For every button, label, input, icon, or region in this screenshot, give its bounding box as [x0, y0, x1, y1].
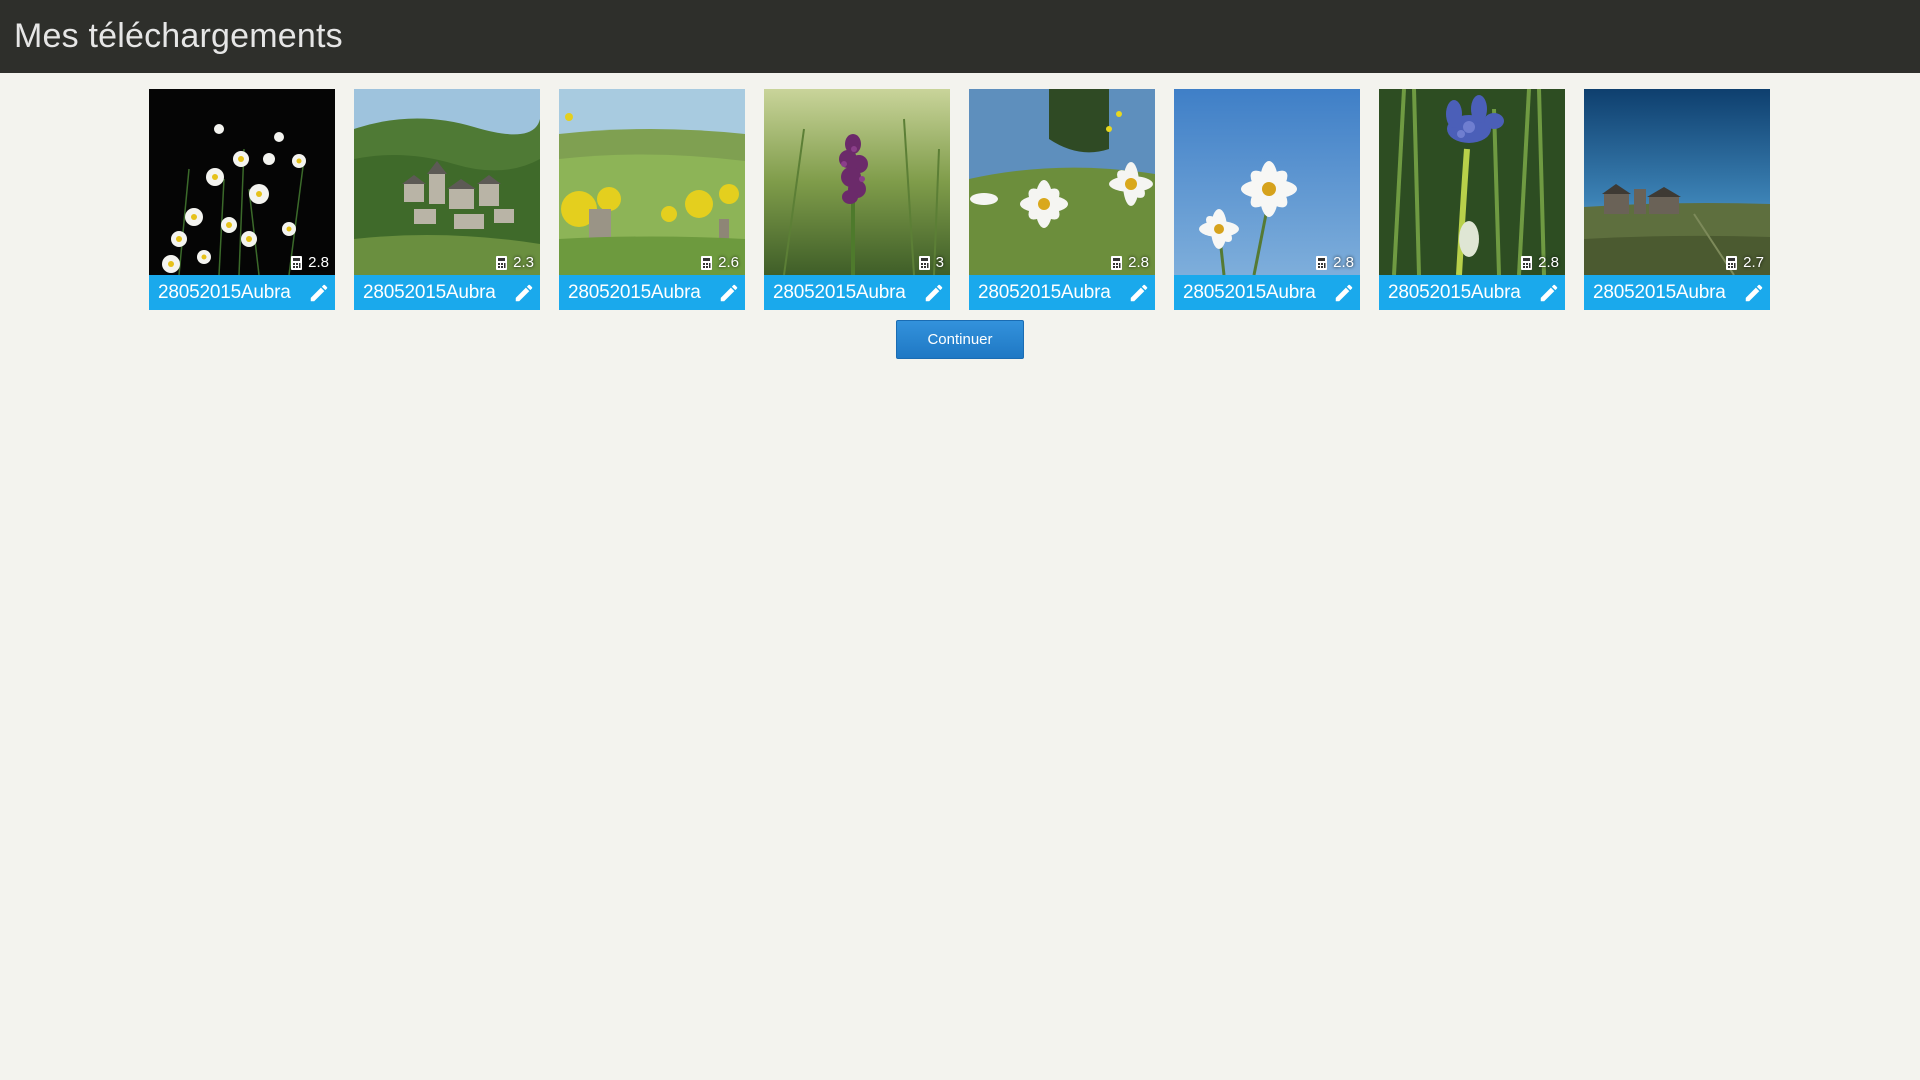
pencil-icon[interactable] — [718, 282, 740, 304]
calculator-icon — [1521, 255, 1533, 270]
pencil-icon[interactable] — [513, 282, 535, 304]
photo-name: 28052015Aubra — [1183, 281, 1316, 303]
rating-value: 2.8 — [308, 254, 329, 271]
photo-name: 28052015Aubra — [1388, 281, 1521, 303]
photo-thumbnail[interactable]: 2.8 — [1379, 89, 1565, 275]
photo-rating: 2.8 — [1111, 254, 1149, 271]
rampion-photo — [1379, 89, 1565, 275]
meadow-photo — [559, 89, 745, 275]
photo-card[interactable]: 2.8 28052015Aubra — [969, 89, 1155, 310]
photo-thumbnail[interactable]: 2.3 — [354, 89, 540, 275]
photo-card[interactable]: 3 28052015Aubra — [764, 89, 950, 310]
photo-thumbnail[interactable]: 2.8 — [969, 89, 1155, 275]
rating-value: 2.6 — [718, 254, 739, 271]
photo-caption: 28052015Aubra — [354, 275, 540, 310]
pencil-icon[interactable] — [1128, 282, 1150, 304]
calculator-icon — [1111, 255, 1123, 270]
pencil-icon[interactable] — [1333, 282, 1355, 304]
photo-card[interactable]: 2.3 28052015Aubra — [354, 89, 540, 310]
page-title: Mes téléchargements — [14, 17, 343, 55]
photo-rating: 2.8 — [1521, 254, 1559, 271]
photo-rating: 2.6 — [701, 254, 739, 271]
rating-value: 2.3 — [513, 254, 534, 271]
photo-caption: 28052015Aubra — [764, 275, 950, 310]
photo-name: 28052015Aubra — [773, 281, 906, 303]
rating-value: 2.8 — [1538, 254, 1559, 271]
photo-thumbnail[interactable]: 2.8 — [149, 89, 335, 275]
daisies-photo — [149, 89, 335, 275]
rating-value: 3 — [935, 254, 944, 271]
photo-rating: 2.7 — [1726, 254, 1764, 271]
continue-button[interactable]: Continuer — [896, 320, 1024, 359]
photo-caption: 28052015Aubra — [1379, 275, 1565, 310]
photo-card[interactable]: 2.8 28052015Aubra — [149, 89, 335, 310]
calculator-icon — [291, 255, 303, 270]
rating-value: 2.8 — [1333, 254, 1354, 271]
photo-caption: 28052015Aubra — [559, 275, 745, 310]
photo-caption: 28052015Aubra — [1174, 275, 1360, 310]
rating-value: 2.7 — [1743, 254, 1764, 271]
photo-card[interactable]: 2.7 28052015Aubra — [1584, 89, 1770, 310]
photo-caption: 28052015Aubra — [149, 275, 335, 310]
photo-rating: 2.3 — [496, 254, 534, 271]
orchid-photo — [764, 89, 950, 275]
narcissus-sky-photo — [1174, 89, 1360, 275]
village-photo — [354, 89, 540, 275]
calculator-icon — [496, 255, 508, 270]
photo-thumbnail[interactable]: 3 — [764, 89, 950, 275]
photo-name: 28052015Aubra — [158, 281, 291, 303]
pencil-icon[interactable] — [1743, 282, 1765, 304]
photo-card[interactable]: 2.8 28052015Aubra — [1174, 89, 1360, 310]
photo-thumbnail[interactable]: 2.8 — [1174, 89, 1360, 275]
upload-gallery: 2.8 28052015Aubra 2.3 28052015Aubra 2.6 … — [149, 89, 1770, 310]
calculator-icon — [918, 255, 930, 270]
photo-caption: 28052015Aubra — [1584, 275, 1770, 310]
photo-name: 28052015Aubra — [363, 281, 496, 303]
photo-rating: 2.8 — [291, 254, 329, 271]
photo-thumbnail[interactable]: 2.7 — [1584, 89, 1770, 275]
pencil-icon[interactable] — [1538, 282, 1560, 304]
rating-value: 2.8 — [1128, 254, 1149, 271]
calculator-icon — [701, 255, 713, 270]
photo-name: 28052015Aubra — [1593, 281, 1726, 303]
photo-rating: 2.8 — [1316, 254, 1354, 271]
photo-card[interactable]: 2.8 28052015Aubra — [1379, 89, 1565, 310]
pencil-icon[interactable] — [923, 282, 945, 304]
photo-name: 28052015Aubra — [568, 281, 701, 303]
photo-caption: 28052015Aubra — [969, 275, 1155, 310]
pencil-icon[interactable] — [308, 282, 330, 304]
narcissus-meadow-photo — [969, 89, 1155, 275]
calculator-icon — [1726, 255, 1738, 270]
photo-thumbnail[interactable]: 2.6 — [559, 89, 745, 275]
photo-rating: 3 — [918, 254, 944, 271]
photo-card[interactable]: 2.6 28052015Aubra — [559, 89, 745, 310]
farm-photo — [1584, 89, 1770, 275]
photo-name: 28052015Aubra — [978, 281, 1111, 303]
app-header: Mes téléchargements — [0, 0, 1920, 73]
calculator-icon — [1316, 255, 1328, 270]
